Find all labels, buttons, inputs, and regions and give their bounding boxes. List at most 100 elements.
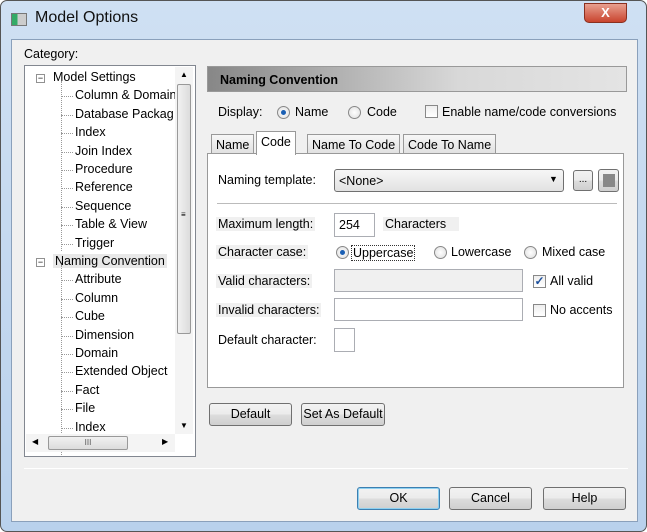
uppercase-radio[interactable]: [336, 246, 349, 259]
tree-connector: [61, 354, 73, 355]
max-length-label: Maximum length:: [216, 217, 316, 231]
max-length-input[interactable]: 254: [334, 213, 375, 237]
all-valid-label[interactable]: All valid: [550, 274, 593, 288]
tree-item[interactable]: Sequence: [75, 199, 131, 213]
tree-connector: [61, 96, 73, 98]
tree-item[interactable]: Fact: [75, 383, 99, 397]
category-tree[interactable]: Model Settings − Column & Domain Database P…: [24, 65, 196, 457]
enable-conversions-checkbox[interactable]: [425, 105, 438, 118]
valid-chars-input[interactable]: [334, 269, 523, 292]
tree-item[interactable]: Index: [75, 420, 106, 434]
tab-code[interactable]: Code: [256, 131, 296, 155]
help-button[interactable]: Help: [543, 487, 626, 510]
tree-item[interactable]: Naming Convention: [53, 254, 167, 268]
tree-connector: [61, 280, 73, 282]
close-button[interactable]: X: [584, 3, 627, 23]
display-code-label[interactable]: Code: [367, 105, 397, 119]
horizontal-scrollbar[interactable]: ◀ III ▶: [26, 434, 175, 452]
tree-item[interactable]: File: [75, 401, 95, 415]
app-icon: [11, 13, 27, 26]
display-name-label[interactable]: Name: [295, 105, 328, 119]
tree-connector: [61, 317, 73, 319]
cancel-button[interactable]: Cancel: [449, 487, 532, 510]
lowercase-radio[interactable]: [434, 246, 447, 259]
tree-item[interactable]: Index: [75, 125, 106, 139]
tab-name-to-code[interactable]: Name To Code: [307, 134, 401, 154]
category-label: Category:: [24, 47, 79, 61]
tree-connector: [61, 390, 73, 392]
enable-conversions-label[interactable]: Enable name/code conversions: [442, 105, 616, 119]
tree-item[interactable]: Join Index: [75, 144, 132, 158]
tree-connector: [61, 151, 73, 153]
tree-item[interactable]: Attribute: [75, 272, 122, 286]
properties-button[interactable]: [598, 169, 619, 192]
tree-connector: [61, 81, 62, 251]
tree-connector: [61, 206, 73, 208]
display-label: Display:: [218, 105, 263, 119]
scroll-thumb[interactable]: ≡: [177, 84, 191, 334]
tab-name[interactable]: Name: [211, 134, 255, 154]
all-valid-checkbox[interactable]: ✓: [533, 275, 546, 288]
tree-item[interactable]: Database Packag: [75, 107, 174, 121]
tree-connector: [61, 225, 73, 227]
window-title: Model Options: [35, 9, 139, 26]
uppercase-label[interactable]: Uppercase: [351, 245, 416, 261]
tree-item[interactable]: Extended Object: [75, 364, 167, 378]
invalid-chars-input[interactable]: [334, 298, 523, 321]
max-length-unit: Characters: [383, 217, 459, 231]
naming-template-select[interactable]: <None> ▼: [334, 169, 564, 192]
tree-connector: [61, 427, 73, 429]
scroll-up-icon[interactable]: ▲: [180, 70, 188, 79]
tree-connector: [61, 372, 73, 374]
no-accents-checkbox[interactable]: [533, 304, 546, 317]
scroll-right-icon[interactable]: ▶: [162, 437, 168, 446]
tree-connector: [61, 265, 62, 455]
invalid-chars-label: Invalid characters:: [216, 303, 322, 317]
char-case-label: Character case:: [216, 245, 309, 259]
tree-item[interactable]: Column & Domain: [75, 88, 176, 102]
separator: [217, 203, 617, 204]
tree-connector: [61, 170, 73, 171]
collapse-icon[interactable]: −: [36, 258, 45, 267]
tree-item[interactable]: Table & View: [75, 217, 147, 231]
tree-item[interactable]: Dimension: [75, 328, 134, 342]
tree-item[interactable]: Domain: [75, 346, 118, 360]
default-char-input[interactable]: [334, 328, 355, 352]
vertical-scrollbar[interactable]: ▲ ≡ ▼: [175, 67, 193, 434]
tab-code-to-name[interactable]: Code To Name: [403, 134, 497, 154]
browse-button[interactable]: ...: [573, 170, 593, 191]
tree-item[interactable]: Reference: [75, 180, 133, 194]
tree-connector: [61, 409, 73, 411]
collapse-icon[interactable]: −: [36, 74, 45, 83]
ok-button[interactable]: OK: [357, 487, 440, 510]
default-button[interactable]: Default: [209, 403, 292, 426]
chevron-down-icon: ▼: [549, 174, 558, 184]
display-name-radio[interactable]: [277, 106, 290, 119]
dialog-window: Model Options X Category: Model Settings…: [0, 0, 647, 532]
tree-connector: [61, 243, 73, 245]
naming-template-label: Naming template:: [218, 173, 316, 187]
tree-connector: [61, 114, 73, 116]
footer-separator: [24, 468, 628, 469]
tree-connector: [61, 188, 73, 190]
tree-item[interactable]: Column: [75, 291, 118, 305]
mixed-case-label[interactable]: Mixed case: [542, 245, 605, 259]
scroll-down-icon[interactable]: ▼: [180, 421, 188, 430]
no-accents-label[interactable]: No accents: [550, 303, 613, 317]
set-as-default-button[interactable]: Set As Default: [301, 403, 385, 426]
tree-connector: [61, 133, 73, 135]
display-code-radio[interactable]: [348, 106, 361, 119]
valid-chars-label: Valid characters:: [216, 274, 313, 288]
tree-item[interactable]: Cube: [75, 309, 105, 323]
tree-item[interactable]: Model Settings: [53, 70, 136, 84]
hscroll-thumb[interactable]: III: [48, 436, 128, 450]
mixed-case-radio[interactable]: [524, 246, 537, 259]
section-header: Naming Convention: [207, 66, 627, 92]
tree-item[interactable]: Procedure: [75, 162, 133, 176]
lowercase-label[interactable]: Lowercase: [451, 245, 511, 259]
tree-connector: [61, 335, 73, 337]
tree-item[interactable]: Trigger: [75, 236, 114, 250]
tree-connector: [61, 298, 73, 300]
properties-icon: [603, 174, 615, 187]
scroll-left-icon[interactable]: ◀: [32, 437, 38, 446]
